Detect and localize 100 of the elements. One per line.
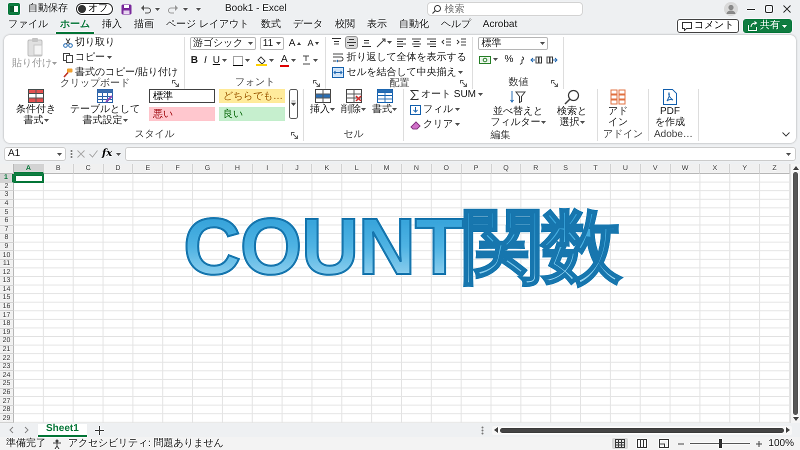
left-align-icon[interactable]	[396, 37, 408, 48]
increase-font-size-button[interactable]: A	[288, 38, 302, 49]
ribbon-tab[interactable]: ファイル	[4, 18, 52, 34]
cell-style-option[interactable]: 良い	[219, 107, 285, 121]
dialog-launcher-icon[interactable]	[291, 132, 298, 138]
decrease-font-size-button[interactable]: A	[306, 38, 320, 49]
insert-cells-button[interactable]: 挿入	[309, 89, 336, 115]
wrap-text-button[interactable]: 折り返して全体を表示する	[331, 52, 468, 63]
underline-button[interactable]: U	[212, 55, 228, 66]
center-align-icon[interactable]	[411, 37, 422, 48]
format-painter-button[interactable]: 書式のコピー/貼り付け	[62, 67, 179, 78]
caret-icon	[312, 59, 318, 62]
gallery-more-icon[interactable]	[289, 89, 298, 119]
ribbon-tab[interactable]: 校閲	[330, 18, 359, 34]
add-ins-button[interactable]: アドイン	[603, 89, 633, 128]
decrease-decimal-icon[interactable]	[546, 54, 558, 64]
add-sheet-icon[interactable]	[94, 426, 104, 434]
phonetic-button[interactable]	[300, 55, 319, 66]
maximize-icon[interactable]	[764, 4, 774, 14]
delete-cells-button[interactable]: 削除	[340, 89, 367, 115]
dialog-launcher-icon[interactable]	[172, 80, 179, 88]
undo-icon[interactable]	[140, 4, 151, 14]
orientation-icon[interactable]	[376, 37, 388, 48]
number-format-select[interactable]: 標準	[478, 37, 548, 50]
conditional-formatting-button[interactable]: 条件付き書式	[11, 89, 61, 126]
bottom-align-icon[interactable]	[361, 37, 372, 48]
increase-indent-icon[interactable]	[456, 37, 468, 48]
scroll-left-icon[interactable]	[494, 427, 498, 433]
normal-view-icon[interactable]	[612, 438, 628, 449]
font-color-button[interactable]: A	[279, 54, 297, 67]
middle-align-icon[interactable]	[346, 37, 358, 48]
previous-sheet-icon[interactable]	[8, 426, 15, 434]
percent-button[interactable]: %	[503, 54, 514, 65]
bold-button[interactable]: B	[190, 55, 200, 66]
splitter-handle-icon[interactable]	[481, 426, 484, 434]
scroll-down-icon[interactable]	[792, 417, 798, 421]
cell-style-option[interactable]: 悪い	[149, 107, 215, 121]
dialog-launcher-icon[interactable]	[460, 80, 468, 88]
copy-button[interactable]: コピー	[62, 52, 179, 63]
clear-button[interactable]: クリア	[409, 119, 484, 130]
ribbon-tab[interactable]: 表示	[362, 18, 391, 34]
ribbon-tab[interactable]: データ	[288, 18, 327, 34]
next-sheet-icon[interactable]	[23, 426, 30, 434]
autosum-button[interactable]: オート SUM	[409, 89, 484, 100]
font-size-select[interactable]: 11	[260, 37, 284, 50]
currency-button[interactable]	[478, 54, 500, 64]
active-cell[interactable]	[14, 174, 44, 183]
ribbon-tab[interactable]: 自動化	[394, 18, 433, 34]
decrease-indent-icon[interactable]	[441, 37, 452, 48]
create-pdf-button[interactable]: PDF を作成	[654, 89, 686, 128]
sort-filter-button[interactable]: 並べ替えとフィルター	[488, 89, 548, 128]
increase-decimal-icon[interactable]	[530, 54, 542, 64]
status-text: 準備完了	[6, 438, 46, 448]
ribbon-tab[interactable]: 挿入	[98, 18, 126, 34]
borders-button[interactable]	[232, 56, 252, 66]
zoom-slider-thumb[interactable]	[719, 439, 722, 448]
scroll-right-icon[interactable]	[786, 427, 790, 433]
caret-icon	[455, 123, 460, 126]
scroll-up-icon[interactable]	[792, 166, 798, 170]
fill-color-button[interactable]	[255, 55, 276, 66]
fill-button[interactable]: フィル	[409, 104, 484, 115]
zoom-out-icon[interactable]	[678, 440, 684, 446]
ribbon-tab[interactable]: 数式	[256, 18, 285, 34]
avatar-icon[interactable]	[724, 2, 738, 16]
format-cells-button[interactable]: 書式	[371, 89, 398, 115]
caret-icon	[580, 120, 584, 124]
merge-center-button[interactable]: セルを結合して中央揃え	[331, 67, 468, 78]
accessibility-status[interactable]: アクセシビリティ: 問題ありません	[68, 438, 224, 448]
formula-input[interactable]	[125, 147, 796, 161]
search-field[interactable]: 検索	[427, 2, 584, 16]
share-button[interactable]: 共有	[743, 19, 792, 33]
cut-button[interactable]: 切り取り	[62, 37, 179, 48]
dialog-launcher-icon[interactable]	[551, 80, 558, 86]
zoom-in-icon[interactable]	[756, 440, 762, 446]
ribbon-tab[interactable]: ヘルプ	[436, 18, 475, 34]
ribbon-tab[interactable]: 描画	[130, 18, 158, 34]
comment-button[interactable]: コメント	[677, 19, 739, 33]
zoom-level[interactable]: 100%	[768, 438, 794, 448]
font-name-select[interactable]: 游ゴシック	[190, 37, 256, 50]
name-box[interactable]: A1	[4, 147, 66, 161]
horizontal-scrollbar[interactable]	[492, 426, 792, 434]
format-as-table-button[interactable]: テーブルとして書式設定	[65, 89, 145, 126]
insert-function-button[interactable]: fx	[102, 149, 112, 159]
find-select-button[interactable]: 検索と選択	[552, 89, 592, 128]
cell-style-option[interactable]: 標準	[149, 89, 215, 103]
group-label: セル	[344, 129, 364, 141]
splitter-handle-icon[interactable]	[70, 149, 73, 159]
cell-style-option[interactable]: どちらでも…	[219, 89, 285, 103]
right-align-icon[interactable]	[426, 37, 438, 48]
autosave-toggle[interactable]: オフ	[76, 3, 113, 15]
check-icon[interactable]	[89, 150, 98, 158]
save-icon[interactable]	[121, 4, 132, 14]
chevron-down-icon[interactable]	[782, 132, 790, 137]
ribbon-tab[interactable]: Acrobat	[478, 18, 522, 34]
close-icon[interactable]	[782, 4, 792, 14]
sheet-tab[interactable]: Sheet1	[38, 424, 87, 436]
italic-button[interactable]: I	[203, 55, 208, 66]
ribbon-tab[interactable]: ページ レイアウト	[162, 18, 253, 34]
vertical-scrollbar[interactable]	[790, 164, 800, 423]
dialog-launcher-icon[interactable]	[313, 80, 320, 86]
